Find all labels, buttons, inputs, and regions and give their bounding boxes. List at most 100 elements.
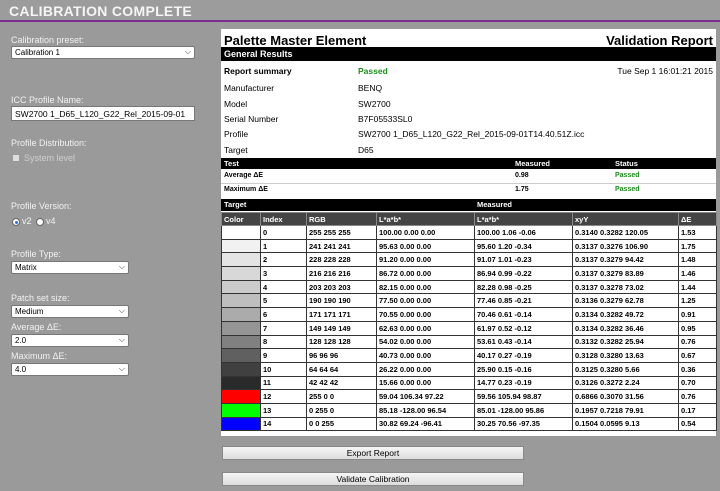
col-xyy: xyY (572, 212, 679, 226)
cell-target-lab: 70.55 0.00 0.00 (376, 307, 475, 322)
maximum-de-label: Maximum ΔE: (11, 351, 68, 361)
cell-measured-lab: 40.17 0.27 -0.19 (474, 348, 573, 363)
patch-row: 14 0 0 255 30.82 69.24 -96.41 30.25 70.56 -… (221, 416, 717, 432)
patch-row: 12 255 0 0 59.04 106.34 97.22 59.56 105.94 … (221, 389, 717, 404)
system-level-label: System level (24, 153, 76, 163)
report-date: Tue Sep 1 16:01:21 2015 (617, 66, 713, 76)
cell-rgb: 64 64 64 (306, 361, 377, 377)
patch-set-value: Medium (15, 307, 44, 316)
preset-select[interactable]: Calibration 1 ⌵ (11, 46, 195, 59)
patch-row: 9 96 96 96 40.73 0.00 0.00 40.17 0.27 -0.19… (221, 348, 717, 363)
cell-rgb: 96 96 96 (306, 348, 377, 363)
average-de-select[interactable]: 2.0 ⌵ (11, 334, 129, 347)
patch-row: 1 241 241 241 95.63 0.00 0.00 95.60 1.20 -0… (221, 238, 717, 254)
cell-xyy: 0.3136 0.3279 62.78 (572, 293, 679, 309)
test-header-row: Test Measured Status (221, 158, 716, 169)
cell-measured-lab: 86.94 0.99 -0.22 (474, 266, 573, 281)
cell-xyy: 0.3125 0.3280 5.66 (572, 361, 679, 377)
measured-group-header: Measured (477, 200, 513, 209)
cell-target-lab: 59.04 106.34 97.22 (376, 389, 475, 404)
cell-rgb: 203 203 203 (306, 279, 377, 295)
profile-type-label: Profile Type: (11, 249, 61, 259)
test-name: Average ΔE (224, 172, 264, 179)
patch-row: 5 190 190 190 77.50 0.00 0.00 77.46 0.85 -0… (221, 293, 717, 309)
profile-label: Profile (224, 129, 249, 139)
cell-index: 3 (260, 266, 307, 281)
cell-xyy: 0.6866 0.3070 31.56 (572, 389, 679, 404)
cell-target-lab: 100.00 0.00 0.00 (376, 225, 475, 240)
col-index: Index (260, 212, 307, 226)
patch-table: Color Index RGB L*a*b* L*a*b* xyY ΔE 0 25… (221, 212, 717, 432)
serial-value: B7F05533SL0 (358, 114, 413, 124)
icc-profile-input[interactable]: SW2700 1_D65_L120_G22_Rel_2015-09-01 (11, 106, 195, 121)
cell-xyy: 0.3137 0.3278 73.02 (572, 279, 679, 295)
cell-de: 1.75 (678, 238, 717, 254)
test-row: Average ΔE 0.98 Passed (221, 170, 716, 184)
color-swatch (221, 238, 261, 254)
cell-xyy: 0.3134 0.3282 49.72 (572, 307, 679, 322)
cell-rgb: 0 0 255 (306, 416, 377, 432)
cell-target-lab: 82.15 0.00 0.00 (376, 279, 475, 295)
maximum-de-value: 4.0 (15, 365, 27, 374)
cell-de: 1.53 (678, 225, 717, 240)
cell-rgb: 228 228 228 (306, 252, 377, 268)
chevron-down-icon: ⌵ (118, 262, 125, 271)
cell-target-lab: 85.18 -128.00 96.54 (376, 402, 475, 418)
profile-type-value: Matrix (15, 263, 37, 272)
cell-de: 0.36 (678, 361, 717, 377)
patch-row: 11 42 42 42 15.66 0.00 0.00 14.77 0.23 -0.1… (221, 375, 717, 391)
patch-set-select[interactable]: Medium ⌵ (11, 305, 129, 318)
maximum-de-select[interactable]: 4.0 ⌵ (11, 363, 129, 376)
v2-label: v2 (22, 216, 32, 226)
patch-row: 6 171 171 171 70.55 0.00 0.00 70.46 0.61 -0… (221, 307, 717, 322)
col-color: Color (221, 212, 261, 226)
test-name: Maximum ΔE (224, 186, 268, 193)
preset-label: Calibration preset: (11, 35, 85, 45)
profile-type-select[interactable]: Matrix ⌵ (11, 261, 129, 274)
profile-value: SW2700 1_D65_L120_G22_Rel_2015-09-01T14.… (358, 129, 585, 139)
chevron-down-icon: ⌵ (118, 335, 125, 344)
summary-label: Report summary (224, 66, 292, 76)
cell-de: 0.91 (678, 307, 717, 322)
system-level-checkbox[interactable] (12, 154, 20, 162)
cell-target-lab: 54.02 0.00 0.00 (376, 334, 475, 350)
patch-row: 7 149 149 149 62.63 0.00 0.00 61.97 0.52 -0… (221, 320, 717, 336)
cell-xyy: 0.3132 0.3282 25.94 (572, 334, 679, 350)
target-group-header: Target (224, 200, 247, 209)
chevron-down-icon: ⌵ (118, 364, 125, 373)
patch-row: 0 255 255 255 100.00 0.00 0.00 100.00 1.06 … (221, 225, 717, 240)
cell-index: 6 (260, 307, 307, 322)
chevron-down-icon: ⌵ (118, 306, 125, 315)
cell-target-lab: 62.63 0.00 0.00 (376, 320, 475, 336)
color-swatch (221, 252, 261, 268)
cell-target-lab: 77.50 0.00 0.00 (376, 293, 475, 309)
cell-rgb: 42 42 42 (306, 375, 377, 391)
cell-index: 4 (260, 279, 307, 295)
icc-profile-label: ICC Profile Name: (11, 95, 84, 105)
cell-measured-lab: 53.61 0.43 -0.14 (474, 334, 573, 350)
test-row: Maximum ΔE 1.75 Passed (221, 184, 716, 198)
cell-target-lab: 15.66 0.00 0.00 (376, 375, 475, 391)
report-title: Validation Report (606, 33, 713, 48)
validate-calibration-button[interactable]: Validate Calibration (222, 472, 524, 486)
patch-set-label: Patch set size: (11, 293, 70, 303)
cell-index: 7 (260, 320, 307, 336)
cell-de: 0.76 (678, 389, 717, 404)
cell-measured-lab: 14.77 0.23 -0.19 (474, 375, 573, 391)
cell-measured-lab: 70.46 0.61 -0.14 (474, 307, 573, 322)
cell-xyy: 0.1504 0.0595 9.13 (572, 416, 679, 432)
v4-radio[interactable] (36, 218, 44, 226)
general-results-header: General Results (221, 47, 716, 61)
cell-measured-lab: 91.07 1.01 -0.23 (474, 252, 573, 268)
target-value: D65 (358, 145, 374, 155)
cell-xyy: 0.3134 0.3282 36.46 (572, 320, 679, 336)
page-title: CALIBRATION COMPLETE (9, 3, 193, 19)
cell-rgb: 0 255 0 (306, 402, 377, 418)
patch-row: 8 128 128 128 54.02 0.00 0.00 53.61 0.43 -0… (221, 334, 717, 350)
cell-measured-lab: 82.28 0.98 -0.25 (474, 279, 573, 295)
color-swatch (221, 293, 261, 309)
v2-radio[interactable] (12, 218, 20, 226)
export-report-button[interactable]: Export Report (222, 446, 524, 460)
cell-rgb: 190 190 190 (306, 293, 377, 309)
cell-index: 5 (260, 293, 307, 309)
